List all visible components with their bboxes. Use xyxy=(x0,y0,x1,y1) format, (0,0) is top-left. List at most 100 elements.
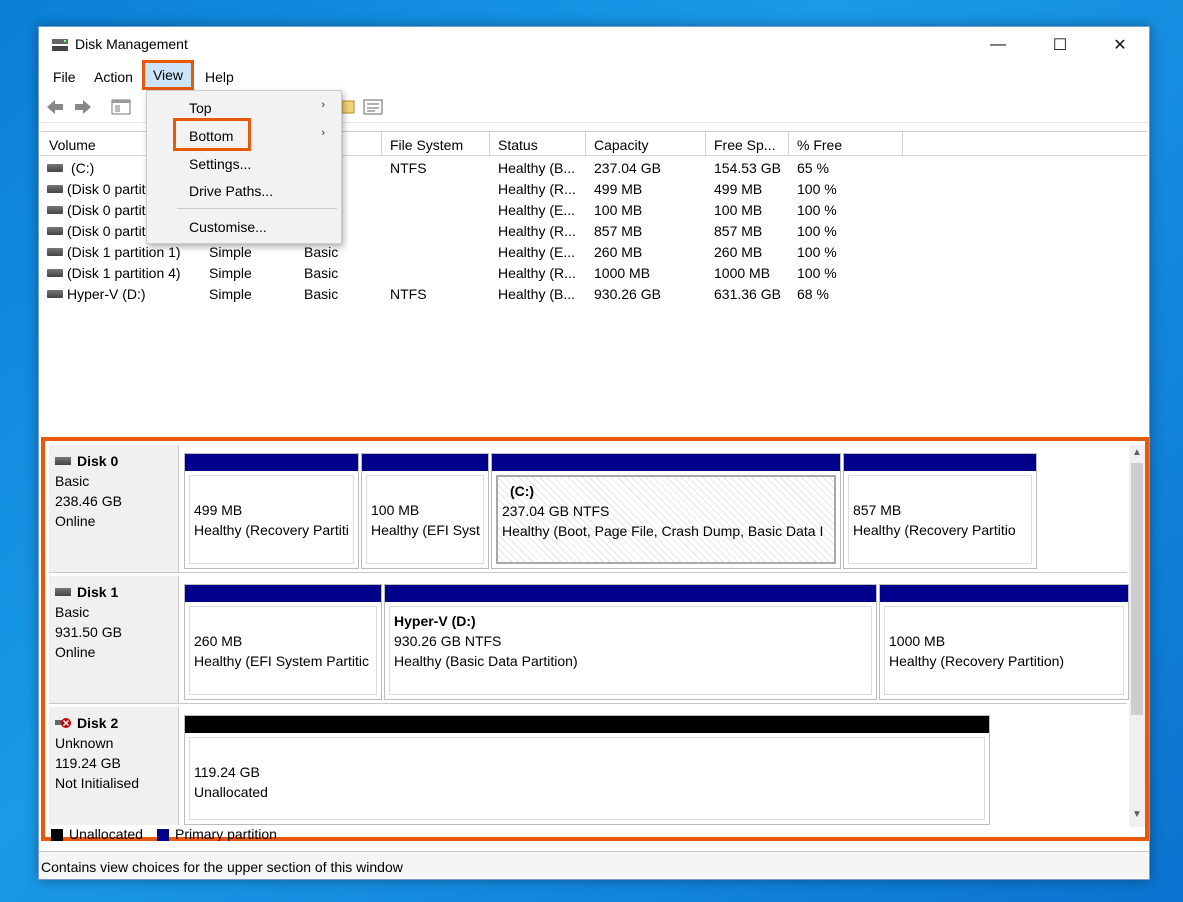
partition[interactable]: 857 MB Healthy (Recovery Partitio xyxy=(843,453,1037,569)
minimize-button[interactable]: — xyxy=(969,27,1027,63)
cell-free-space: 154.53 GB xyxy=(714,160,781,176)
primary-swatch xyxy=(157,829,169,841)
disk-name: Disk 0 xyxy=(77,453,119,469)
menu-help[interactable]: Help xyxy=(205,69,234,85)
partition-size: 237.04 GB NTFS xyxy=(502,503,610,519)
column-capacity[interactable]: Capacity xyxy=(586,132,706,156)
bottom-highlight-box xyxy=(173,118,251,151)
drive-icon xyxy=(47,164,63,172)
partition-d-drive[interactable]: Hyper-V (D:) 930.26 GB NTFS Healthy (Bas… xyxy=(384,584,877,700)
column-status[interactable]: Status xyxy=(490,132,586,156)
menu-item-customise[interactable]: Customise... xyxy=(147,214,341,240)
disk-state: Online xyxy=(55,644,96,660)
disk-label-1[interactable]: Disk 1 Basic 931.50 GB Online xyxy=(49,576,179,703)
drive-icon xyxy=(47,227,63,235)
cell-status: Healthy (B... xyxy=(498,286,576,302)
maximize-button[interactable]: ☐ xyxy=(1031,27,1089,63)
cell-capacity: 237.04 GB xyxy=(594,160,661,176)
forward-arrow-icon[interactable] xyxy=(73,98,93,116)
view-dropdown-menu: Top › Bottom › Settings... Drive Paths..… xyxy=(146,90,342,244)
drive-icon xyxy=(47,269,63,277)
cell-capacity: 857 MB xyxy=(594,223,643,239)
column-file-system[interactable]: File System xyxy=(382,132,490,156)
disk-kind: Basic xyxy=(55,604,90,620)
close-button[interactable]: ✕ xyxy=(1091,27,1149,63)
drive-icon xyxy=(47,290,63,298)
disk-size: 238.46 GB xyxy=(55,493,122,509)
menu-separator xyxy=(177,208,337,209)
partition-body: 1000 MB Healthy (Recovery Partition) xyxy=(884,606,1124,695)
disk-size: 119.24 GB xyxy=(55,755,121,771)
partition[interactable]: 1000 MB Healthy (Recovery Partition) xyxy=(879,584,1129,700)
menu-item-label: Settings... xyxy=(189,156,252,172)
cell-percent-free: 100 % xyxy=(797,244,837,260)
cell-percent-free: 65 % xyxy=(797,160,829,176)
drive-icon xyxy=(47,185,63,193)
disk-kind: Basic xyxy=(55,473,90,489)
partition-body: 499 MB Healthy (Recovery Partiti xyxy=(189,475,354,564)
menu-view[interactable]: View xyxy=(142,60,194,90)
scroll-down-icon[interactable]: ▼ xyxy=(1129,809,1145,825)
primary-partition-bar xyxy=(844,454,1036,471)
partition-status: Healthy (Recovery Partitio xyxy=(853,522,1016,538)
scroll-thumb[interactable] xyxy=(1131,463,1143,715)
menu-item-settings[interactable]: Settings... xyxy=(147,151,341,177)
partition-status: Healthy (Recovery Partition) xyxy=(889,653,1065,669)
partition-status: Healthy (Recovery Partiti xyxy=(194,522,349,538)
unallocated-region[interactable]: 119.24 GB Unallocated xyxy=(184,715,990,825)
partition[interactable]: 499 MB Healthy (Recovery Partiti xyxy=(184,453,359,569)
cell-free-space: 499 MB xyxy=(714,181,763,197)
column-free-space[interactable]: Free Sp... xyxy=(706,132,789,156)
partition[interactable]: 100 MB Healthy (EFI Syst xyxy=(361,453,489,569)
menu-item-label: Drive Paths... xyxy=(189,183,274,199)
partition[interactable]: 260 MB Healthy (EFI System Partitic xyxy=(184,584,382,700)
partition-size: 119.24 GB xyxy=(194,764,260,780)
cell-percent-free: 68 % xyxy=(797,286,829,302)
primary-partition-bar xyxy=(185,585,381,602)
cell-status: Healthy (E... xyxy=(498,244,576,260)
cell-capacity: 499 MB xyxy=(594,181,643,197)
table-row[interactable]: (Disk 1 partition 1) Simple Basic Health… xyxy=(41,242,1147,263)
partition-size: 1000 MB xyxy=(889,633,946,649)
column-volume[interactable]: Volume xyxy=(41,132,151,156)
table-row[interactable]: (Disk 1 partition 4) Simple Basic Health… xyxy=(41,263,1147,284)
disk-management-app-icon xyxy=(52,39,68,51)
menu-action[interactable]: Action xyxy=(94,69,133,85)
menu-bar: File Action Help xyxy=(39,65,1149,91)
title-bar: Disk Management — ☐ ✕ xyxy=(39,27,1149,63)
cell-layout: Simple xyxy=(209,244,252,260)
unallocated-swatch xyxy=(51,829,63,841)
column-percent-free[interactable]: % Free xyxy=(789,132,903,156)
disk-label-2[interactable]: Disk 2 Unknown 119.24 GB Not Initialised xyxy=(49,707,179,825)
primary-partition-bar xyxy=(185,454,358,471)
cell-volume: (Disk 0 partition 5) xyxy=(67,223,149,239)
menu-file[interactable]: File xyxy=(53,69,76,85)
cell-type: Basic xyxy=(304,286,339,302)
disk-label-0[interactable]: Disk 0 Basic 238.46 GB Online xyxy=(49,445,179,572)
cell-free-space: 100 MB xyxy=(714,202,763,218)
primary-partition-bar xyxy=(492,454,840,471)
primary-partition-bar xyxy=(880,585,1128,602)
back-arrow-icon[interactable] xyxy=(45,98,65,116)
partition-size: 857 MB xyxy=(853,502,902,518)
primary-partition-bar xyxy=(362,454,488,471)
maximize-icon: ☐ xyxy=(1052,37,1068,54)
disk-row-1: Disk 1 Basic 931.50 GB Online 260 MB Hea… xyxy=(49,576,1129,704)
console-tree-icon[interactable] xyxy=(111,98,131,116)
menu-item-drive-paths[interactable]: Drive Paths... xyxy=(147,178,341,204)
table-row[interactable]: Hyper-V (D:) Simple Basic NTFS Healthy (… xyxy=(41,284,1147,305)
legend-primary: Primary partition xyxy=(175,826,277,841)
disk-state: Not Initialised xyxy=(55,775,140,791)
disk-error-icon xyxy=(55,718,71,728)
partition-status: Healthy (EFI Syst xyxy=(371,522,480,538)
partition-size: 499 MB xyxy=(194,502,243,518)
properties-icon[interactable] xyxy=(339,98,359,116)
partition-c-drive[interactable]: (C:) 237.04 GB NTFS Healthy (Boot, Page … xyxy=(491,453,841,569)
cell-status: Healthy (R... xyxy=(498,223,576,239)
close-icon: ✕ xyxy=(1113,37,1127,54)
scroll-up-icon[interactable]: ▲ xyxy=(1129,447,1145,463)
partition-body: 857 MB Healthy (Recovery Partitio xyxy=(848,475,1032,564)
lower-scrollbar[interactable]: ▲ ▼ xyxy=(1129,445,1145,827)
cell-percent-free: 100 % xyxy=(797,181,837,197)
help-icon[interactable] xyxy=(363,98,383,116)
